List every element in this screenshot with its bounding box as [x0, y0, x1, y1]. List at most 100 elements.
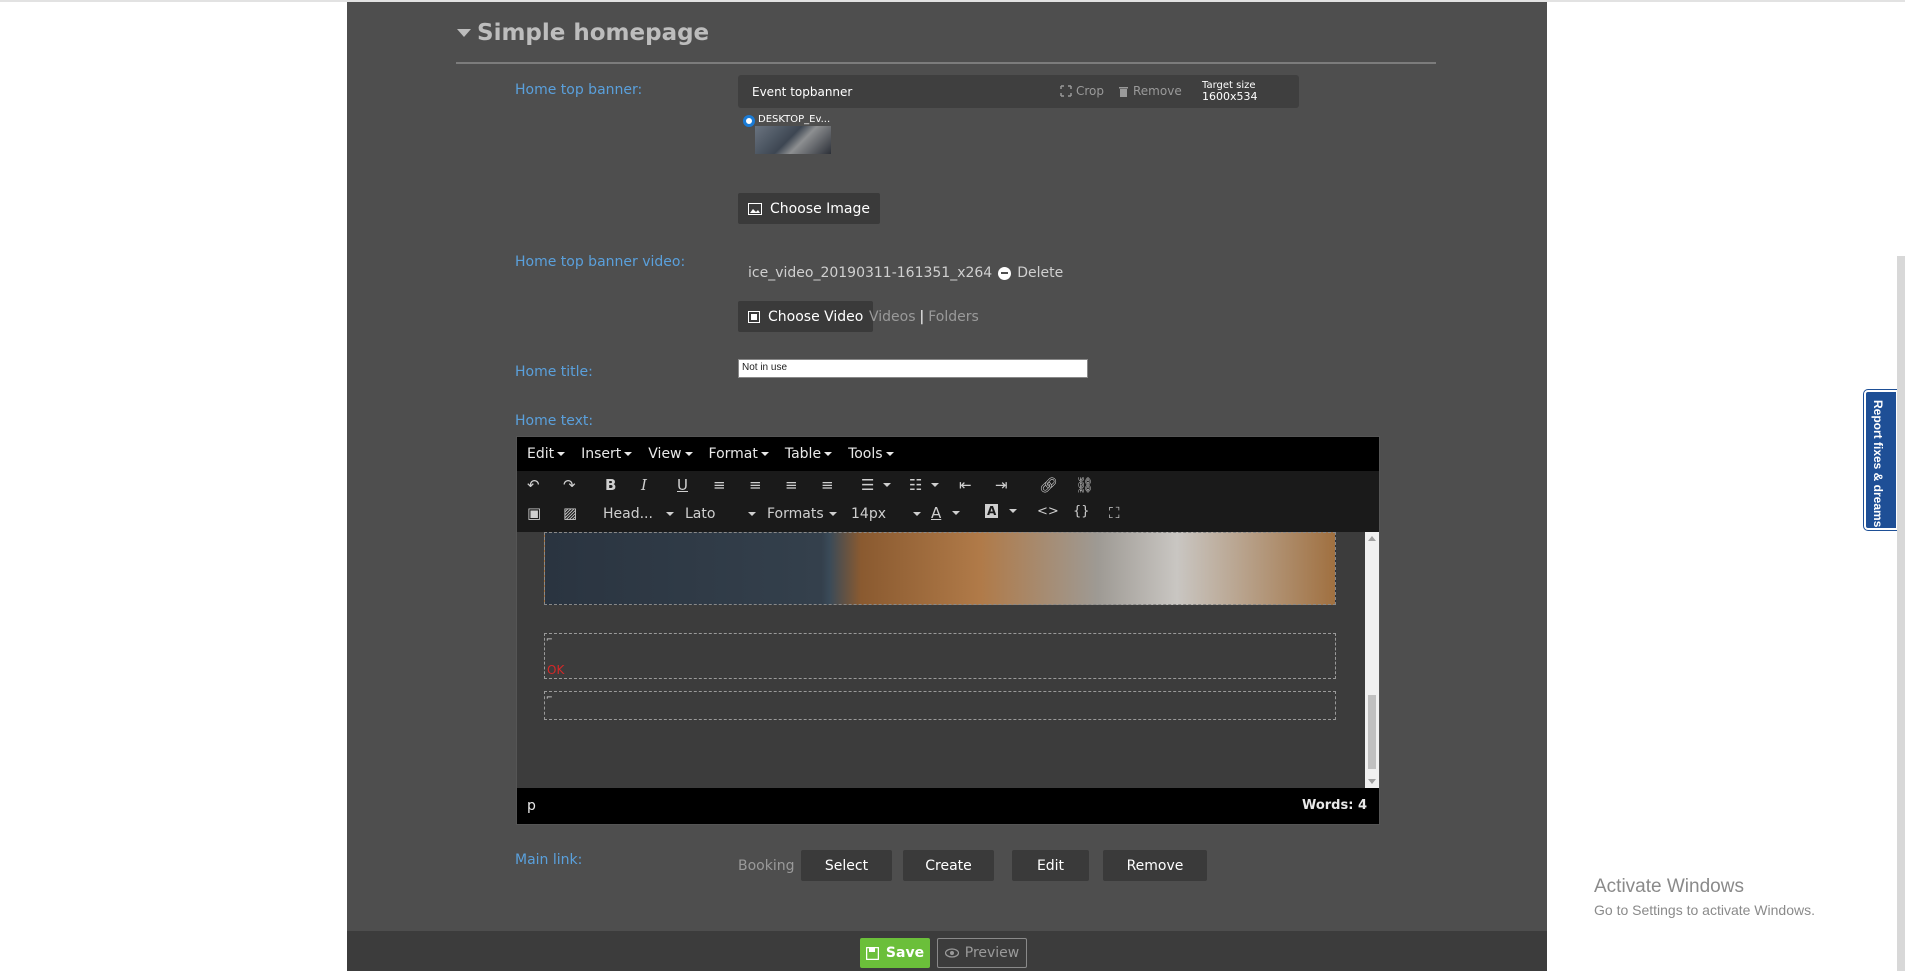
font-select[interactable]: Lato: [685, 506, 757, 522]
text-color-icon[interactable]: A: [931, 504, 961, 522]
menu-edit[interactable]: Edit: [527, 446, 566, 462]
element-path[interactable]: p: [527, 798, 536, 814]
watermark-subtitle: Go to Settings to activate Windows.: [1594, 902, 1815, 918]
caret-down-icon: [557, 452, 566, 456]
section-divider: [456, 62, 1436, 64]
heading-select[interactable]: Head...: [603, 506, 674, 522]
menu-format[interactable]: Format: [709, 446, 769, 462]
select-link-button[interactable]: Select: [801, 850, 892, 881]
image-thumbnail-option[interactable]: DESKTOP_Ev...: [742, 112, 831, 156]
delete-video-link[interactable]: Delete: [1017, 265, 1063, 281]
unlink-icon[interactable]: ⛓︎: [1075, 476, 1094, 494]
caret-down-icon[interactable]: [883, 483, 892, 487]
trash-icon: [1119, 87, 1128, 97]
save-label: Save: [885, 945, 925, 961]
background-color-glyph: A: [985, 504, 999, 518]
preview-button[interactable]: Preview: [937, 938, 1027, 968]
fullscreen-icon[interactable]: ⛶: [1109, 504, 1120, 522]
section-header[interactable]: Simple homepage: [457, 20, 709, 46]
menu-view[interactable]: View: [648, 446, 693, 462]
minus-circle-icon[interactable]: [998, 266, 1012, 280]
content-block[interactable]: ⌐: [544, 691, 1336, 720]
link-icon[interactable]: 🔗︎: [1039, 476, 1058, 494]
menu-view-label: View: [648, 446, 682, 462]
caret-down-icon: [684, 452, 693, 456]
save-button[interactable]: Save: [860, 938, 930, 968]
page-scrollbar[interactable]: [1897, 256, 1905, 971]
menu-insert-label: Insert: [581, 446, 622, 462]
menu-table-label: Table: [784, 446, 822, 462]
editor-toolbar: ↶ ↷ B I U ≡ ≡ ≡ ≡ ☰ ☷ ⇤ ⇥ 🔗︎ ⛓︎ ▣ ▨ Head…: [517, 471, 1379, 532]
caret-down-icon: [913, 512, 921, 516]
editor-scrollbar[interactable]: [1365, 532, 1379, 788]
choose-image-button[interactable]: Choose Image: [738, 193, 880, 224]
menu-tools-label: Tools: [848, 446, 883, 462]
align-justify-icon[interactable]: ≡: [821, 476, 834, 494]
font-size-select-label: 14px: [851, 506, 886, 522]
bullet-list-icon[interactable]: ☰: [861, 476, 892, 494]
target-size-value: 1600x534: [1202, 90, 1258, 103]
code-sample-icon[interactable]: {}: [1073, 504, 1090, 519]
background-color-icon[interactable]: A: [985, 504, 1018, 518]
menu-format-label: Format: [708, 446, 758, 462]
thumbnail-label: DESKTOP_Ev...: [758, 114, 831, 125]
italic-icon[interactable]: I: [641, 476, 647, 494]
link-separator: |: [919, 309, 925, 325]
link-type: Booking: [738, 858, 795, 874]
formats-select[interactable]: Formats: [767, 506, 837, 522]
underline-icon[interactable]: U: [677, 476, 688, 494]
folders-link[interactable]: Folders: [928, 309, 979, 325]
content-image[interactable]: [544, 532, 1336, 605]
target-size: Target size 1600x534: [1202, 80, 1258, 102]
menu-table[interactable]: Table: [784, 446, 833, 462]
remove-label: Remove: [1133, 84, 1182, 98]
remove-link-button[interactable]: Remove: [1103, 850, 1207, 881]
crop-button[interactable]: Crop: [1060, 84, 1104, 98]
bold-icon[interactable]: B: [605, 476, 616, 494]
outdent-icon[interactable]: ⇤: [959, 476, 972, 494]
editor-content-area[interactable]: ⌐ OK ⌐: [517, 532, 1365, 788]
paragraph-marker-icon: ⌐: [546, 635, 553, 644]
font-size-select[interactable]: 14px: [851, 506, 921, 522]
align-center-icon[interactable]: ≡: [749, 476, 762, 494]
caret-down-icon[interactable]: [457, 29, 471, 37]
scroll-thumb[interactable]: [1368, 695, 1376, 769]
menu-tools[interactable]: Tools: [848, 446, 894, 462]
caret-down-icon: [824, 452, 833, 456]
choose-video-button[interactable]: Choose Video: [738, 301, 874, 332]
section-title: Simple homepage: [477, 20, 710, 46]
indent-icon[interactable]: ⇥: [995, 476, 1008, 494]
top-banner-video-label: Home top banner video:: [515, 254, 686, 270]
rich-text-editor: Edit Insert View Format Table Tools ↶ ↷ …: [516, 436, 1380, 825]
edit-link-button[interactable]: Edit: [1012, 850, 1089, 881]
image-icon[interactable]: ▨: [563, 504, 577, 522]
redo-icon[interactable]: ↷: [563, 476, 576, 494]
film-icon: [748, 310, 760, 323]
main-link-label: Main link:: [515, 852, 583, 868]
video-file: ice_video_20190311-161351_x264 Delete: [748, 265, 1063, 281]
caret-down-icon[interactable]: [952, 511, 961, 515]
align-right-icon[interactable]: ≡: [785, 476, 798, 494]
content-block[interactable]: ⌐ OK: [544, 633, 1336, 679]
align-left-icon[interactable]: ≡: [713, 476, 726, 494]
numbered-list-icon[interactable]: ☷: [909, 476, 940, 494]
scroll-up-icon[interactable]: [1368, 536, 1376, 541]
crop-icon: [1060, 85, 1072, 97]
create-link-button[interactable]: Create: [903, 850, 994, 881]
home-title-input[interactable]: Not in use: [738, 359, 1088, 378]
videos-link[interactable]: Videos: [869, 309, 916, 325]
scroll-down-icon[interactable]: [1368, 779, 1376, 784]
home-title-label: Home title:: [515, 364, 593, 380]
caret-down-icon[interactable]: [1009, 509, 1018, 513]
report-feedback-tab[interactable]: Report fixes & dreams: [1863, 389, 1899, 531]
choose-video-label: Choose Video: [768, 308, 864, 325]
caret-down-icon: [665, 512, 674, 516]
source-code-icon[interactable]: <>: [1037, 504, 1059, 519]
image-radio[interactable]: [743, 115, 755, 127]
banner-thumbnail-image[interactable]: [755, 126, 831, 154]
caret-down-icon[interactable]: [931, 483, 940, 487]
remove-image-button[interactable]: Remove: [1118, 84, 1182, 98]
undo-icon[interactable]: ↶: [527, 476, 540, 494]
menu-insert[interactable]: Insert: [581, 446, 633, 462]
media-icon[interactable]: ▣: [527, 504, 541, 522]
